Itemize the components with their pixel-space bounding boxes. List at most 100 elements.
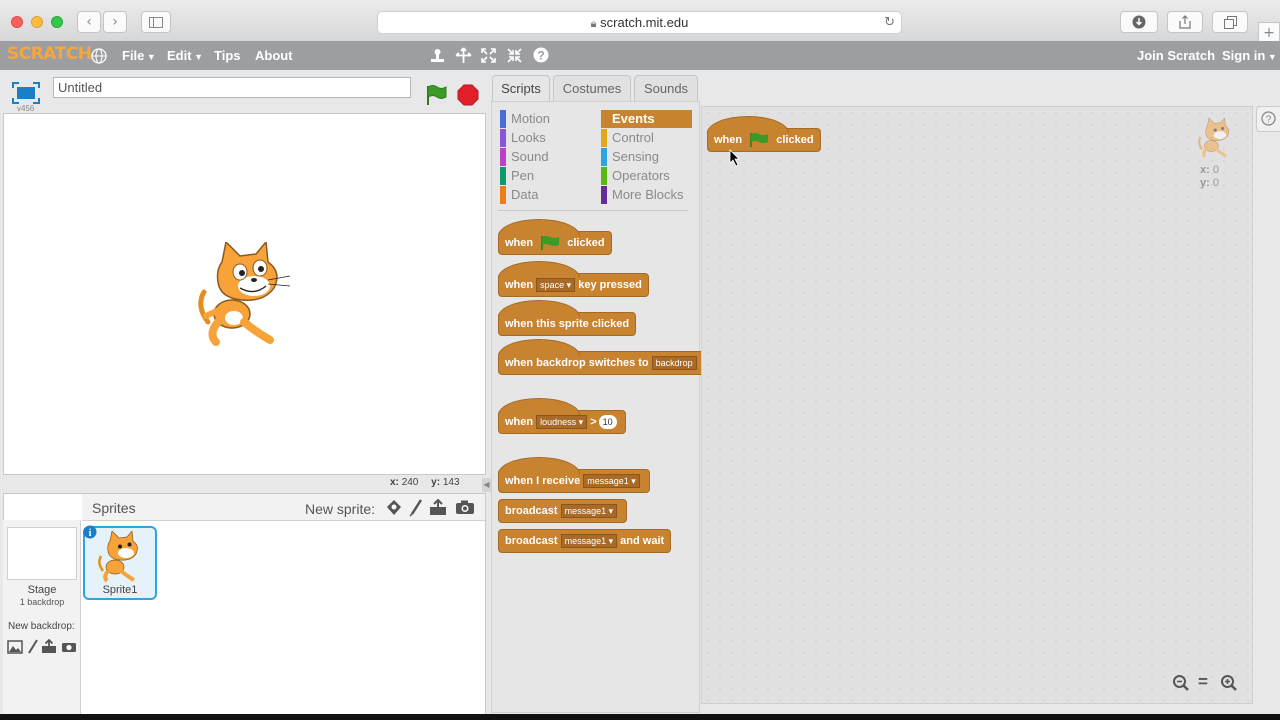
edit-menu[interactable]: Edit ▼ [167,48,203,63]
help-question-icon: ? [1261,111,1276,126]
message-dropdown-value: message1 [587,476,629,487]
svg-text:?: ? [537,49,544,63]
block-clicked-label: clicked [567,237,605,249]
tab-scripts[interactable]: Scripts [492,75,550,103]
backdrop-library-icon[interactable] [7,640,23,654]
backdrop-dropdown[interactable]: backdrop [651,356,697,371]
category-looks[interactable]: Looks [500,129,546,147]
collapse-stage-button[interactable]: ◀ [482,478,491,492]
when-key-pressed-block[interactable]: when space ▾ key pressed [498,261,649,297]
camera-backdrop-icon[interactable] [61,641,77,653]
shrink-icon[interactable] [507,48,522,63]
delete-scissors-icon[interactable] [455,47,472,64]
close-window-button[interactable] [11,16,23,28]
maximize-window-button[interactable] [51,16,63,28]
sprite-pane-header [82,494,485,521]
when-backdrop-switches-block[interactable]: when backdrop switches to backdrop [498,339,707,375]
downloads-button[interactable] [1120,11,1158,33]
green-flag-icon[interactable] [425,84,447,106]
script-when-flag-clicked-block[interactable]: when clicked [707,116,821,152]
sprite-y-label: y: [1200,177,1210,189]
key-dropdown-value: space [540,280,565,291]
zoom-out-icon[interactable] [1172,674,1190,692]
file-menu[interactable]: File ▼ [122,48,156,63]
category-sensing[interactable]: Sensing [601,148,659,166]
threshold-input[interactable]: 10 [598,415,617,430]
category-more-blocks[interactable]: More Blocks [601,186,684,204]
stop-sign-icon[interactable] [457,84,479,106]
zoom-in-icon[interactable] [1220,674,1238,692]
sensor-dropdown-value: loudness [540,417,577,428]
tips-link[interactable]: Tips [214,48,241,63]
data-swatch [500,186,506,204]
grow-icon[interactable] [481,48,496,63]
category-operators[interactable]: Operators [601,167,670,185]
url-text: scratch.mit.edu [600,15,689,30]
when-i-receive-block[interactable]: when I receive message1 ▾ [498,457,650,493]
script-area[interactable] [701,106,1253,704]
category-data[interactable]: Data [500,186,538,204]
stage-thumbnail[interactable] [7,527,77,580]
category-events[interactable]: Events [601,110,692,128]
broadcast-and-wait-block[interactable]: broadcast message1 ▾ and wait [498,529,672,553]
sprites-heading: Sprites [92,500,136,516]
message-dropdown[interactable]: message1 ▾ [560,504,618,519]
cat-sprite-image[interactable] [194,242,294,350]
category-sound[interactable]: Sound [500,148,549,166]
category-control[interactable]: Control [601,129,654,147]
category-motion[interactable]: Motion [500,110,550,128]
mouse-y-value: 143 [442,477,460,488]
key-dropdown[interactable]: space ▾ [536,278,576,293]
help-panel-tab[interactable]: ? [1256,106,1280,132]
camera-sprite-icon[interactable] [455,500,475,515]
about-link[interactable]: About [255,48,293,63]
zoom-reset-button[interactable]: = [1198,672,1208,692]
sprite-info-icon[interactable]: i [83,525,97,539]
share-button[interactable] [1167,11,1203,33]
backdrop-count: 1 backdrop [19,597,65,607]
category-operators-label: Operators [612,168,670,183]
sign-in-menu[interactable]: Sign in ▼ [1222,48,1277,63]
chevron-left-icon: ‹ [86,14,92,30]
mouse-cursor-icon [729,149,740,167]
tabs-overview-button[interactable] [1212,11,1248,33]
message-dropdown-value: message1 [564,536,607,547]
scratch-logo[interactable]: SCRATCH [7,44,92,64]
paint-backdrop-icon[interactable] [27,639,39,655]
category-control-label: Control [612,130,654,145]
tab-costumes[interactable]: Costumes [553,75,631,102]
mouse-y-label: y: [431,477,441,488]
plus-icon: + [1263,25,1275,41]
sprite-x-value: 0 [1212,164,1219,176]
message-dropdown[interactable]: message1 ▾ [583,474,640,489]
broadcast-block[interactable]: broadcast message1 ▾ [498,499,628,523]
stage-label: Stage [27,584,57,596]
chevron-right-icon: › [112,14,118,30]
when-this-sprite-clicked-block[interactable]: when this sprite clicked [498,300,637,336]
when-flag-clicked-block[interactable]: when clicked [498,219,612,255]
tab-sounds[interactable]: Sounds [634,75,698,102]
category-pen[interactable]: Pen [500,167,534,185]
fullscreen-toggle-icon[interactable] [12,82,40,104]
choose-sprite-from-library-icon[interactable] [385,499,403,517]
minimize-window-button[interactable] [31,16,43,28]
help-icon[interactable]: ? [533,47,549,63]
project-title-input[interactable]: Untitled [53,77,411,98]
duplicate-stamp-icon[interactable] [430,48,445,64]
sensor-dropdown[interactable]: loudness ▾ [536,415,588,430]
paint-new-sprite-icon[interactable] [409,499,423,517]
address-bar[interactable]: 🔒︎ scratch.mit.edu ↻ [377,11,902,34]
message-dropdown[interactable]: message1 ▾ [560,534,618,549]
upload-sprite-icon[interactable] [429,499,447,516]
upload-backdrop-icon[interactable] [41,639,57,654]
when-loudness-block[interactable]: when loudness ▾ >10 [498,398,626,434]
language-globe-icon[interactable] [91,48,107,64]
sidebar-icon [149,17,163,28]
forward-button[interactable]: › [103,11,127,33]
reload-icon[interactable]: ↻ [884,12,895,33]
control-swatch [601,129,607,147]
join-scratch-link[interactable]: Join Scratch [1137,48,1215,63]
back-button[interactable]: ‹ [77,11,101,33]
stage-canvas[interactable] [3,113,486,475]
sidebar-button[interactable] [141,11,171,33]
